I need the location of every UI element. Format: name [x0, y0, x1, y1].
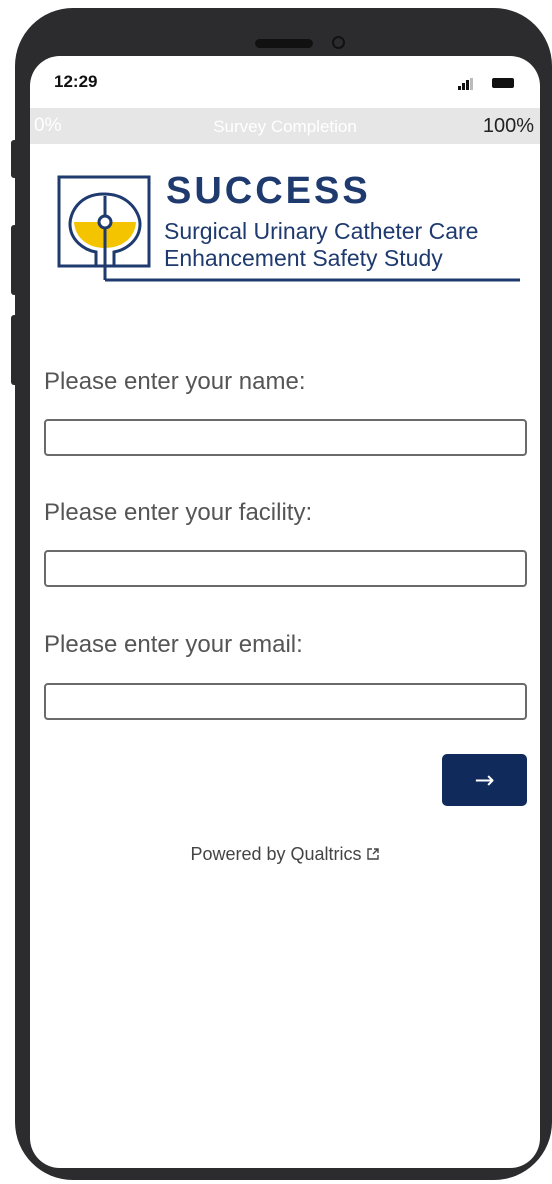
facility-input[interactable] [44, 550, 527, 587]
survey-progress-bar: 0% Survey Completion 100% [30, 108, 540, 144]
name-input[interactable] [44, 419, 527, 456]
logo-underline [164, 278, 520, 282]
catheter-bag-icon [57, 175, 166, 282]
logo-subtitle-line1: Surgical Urinary Catheter Care [164, 218, 479, 244]
speaker-grille [255, 39, 313, 48]
status-time: 12:29 [54, 72, 98, 91]
email-input[interactable] [44, 683, 527, 720]
powered-by-footer[interactable]: Powered by Qualtrics [30, 844, 540, 865]
phone-screen: 12:29 0% Survey Completion 100% SUCCESS … [30, 56, 540, 1168]
front-camera [332, 36, 345, 49]
external-link-icon [366, 848, 379, 860]
battery-icon [492, 78, 514, 88]
progress-end-label: 100% [482, 115, 534, 137]
signal-icon [458, 78, 474, 90]
powered-by-label[interactable]: Powered by Qualtrics [190, 844, 361, 864]
success-study-logo: SUCCESS Surgical Urinary Catheter Care E… [56, 170, 520, 294]
facility-question-label: Please enter your facility: [44, 499, 313, 526]
logo-subtitle-line2: Enhancement Safety Study [164, 245, 443, 271]
status-bar: 12:29 [30, 56, 540, 106]
name-question-label: Please enter your name: [44, 368, 306, 395]
logo-title: SUCCESS [166, 170, 371, 212]
email-question-label: Please enter your email: [44, 631, 303, 658]
next-button[interactable]: → [442, 754, 527, 806]
progress-title: Survey Completion [213, 117, 357, 136]
